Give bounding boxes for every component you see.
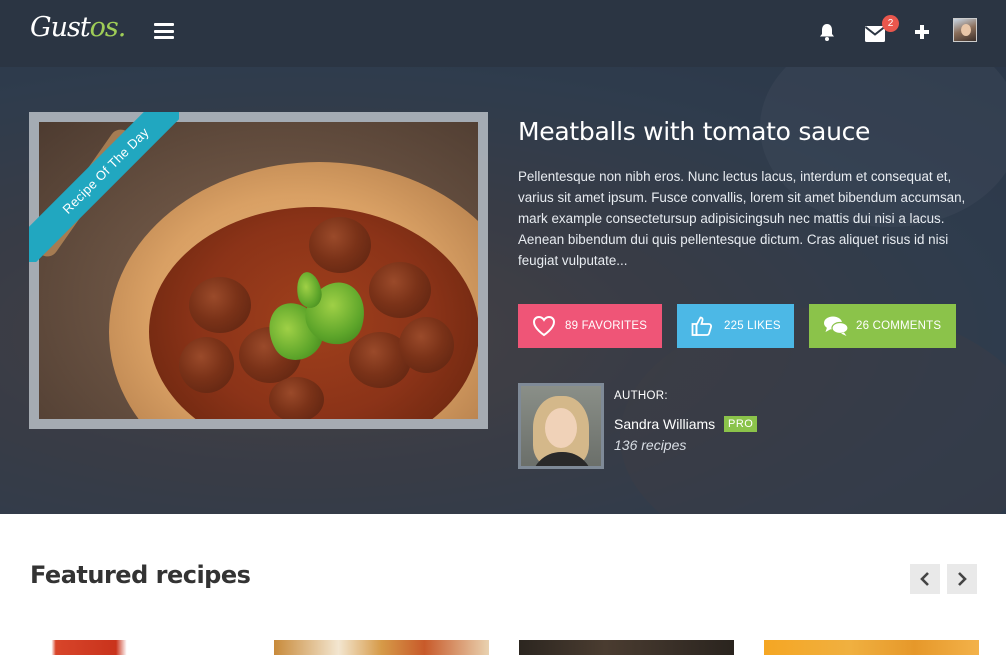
featured-recipe-thumbnail[interactable] — [519, 640, 734, 655]
featured-recipes-heading: Featured recipes — [30, 561, 251, 589]
messages-count-badge: 2 — [882, 15, 899, 32]
carousel-prev-button[interactable] — [910, 564, 940, 594]
likes-button[interactable]: 225 LIKES — [677, 304, 794, 348]
brand-logo[interactable]: Gustos. — [30, 12, 126, 43]
chevron-right-icon — [958, 572, 967, 586]
favorites-count: 89 FAVORITES — [565, 320, 648, 332]
author-label: AUTHOR: — [614, 390, 668, 402]
heart-icon — [532, 315, 556, 337]
comments-count: 26 COMMENTS — [856, 320, 942, 332]
author-recipe-count: 136 recipes — [614, 437, 687, 453]
bell-icon[interactable] — [817, 22, 837, 42]
pro-badge: PRO — [724, 416, 758, 432]
comments-icon — [824, 316, 849, 336]
recipe-of-the-day-ribbon: Recipe Of The Day — [29, 112, 179, 262]
author-name[interactable]: Sandra Williams — [614, 416, 715, 432]
recipe-description: Pellentesque non nibh eros. Nunc lectus … — [518, 169, 966, 268]
plus-icon[interactable] — [912, 22, 932, 42]
favorites-button[interactable]: 89 FAVORITES — [518, 304, 662, 348]
thumbs-up-icon — [691, 316, 713, 336]
likes-count: 225 LIKES — [724, 320, 781, 332]
author-avatar[interactable] — [518, 383, 604, 469]
featured-recipe-thumbnail[interactable] — [764, 640, 979, 655]
hamburger-icon[interactable] — [154, 23, 174, 39]
user-avatar[interactable] — [953, 18, 977, 42]
featured-recipe-thumbnail[interactable] — [274, 640, 489, 655]
comments-button[interactable]: 26 COMMENTS — [809, 304, 956, 348]
featured-recipe-thumbnail[interactable] — [30, 640, 245, 655]
recipe-of-the-day-hero: Recipe Of The Day Meatballs with tomato … — [0, 67, 1006, 514]
carousel-next-button[interactable] — [947, 564, 977, 594]
top-navbar: Gustos. 2 — [0, 0, 1006, 67]
chevron-left-icon — [920, 572, 929, 586]
recipe-title[interactable]: Meatballs with tomato sauce — [518, 117, 870, 146]
